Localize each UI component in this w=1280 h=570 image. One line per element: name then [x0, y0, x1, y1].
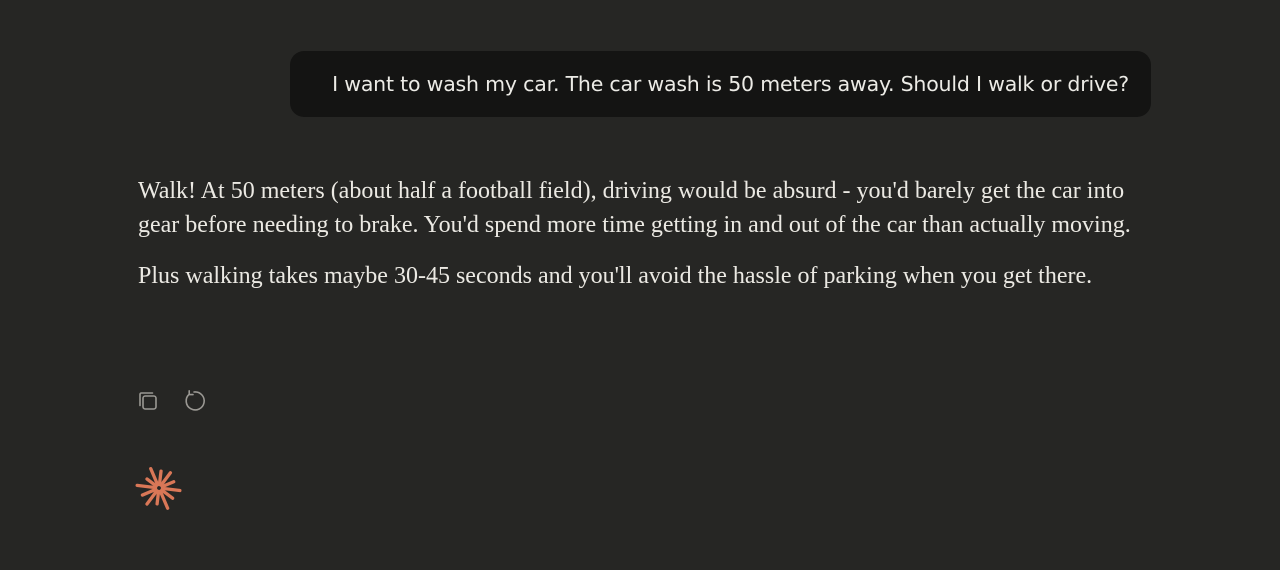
retry-button[interactable] — [180, 386, 208, 416]
spark-ray — [157, 469, 163, 487]
message-actions — [134, 386, 208, 416]
user-message-bubble: I want to wash my car. The car wash is 5… — [290, 51, 1151, 117]
retry-icon — [185, 390, 205, 411]
copy-button[interactable] — [134, 386, 162, 416]
chat-thread: I want to wash my car. The car wash is 5… — [0, 0, 1280, 570]
copy-icon — [139, 392, 157, 410]
assistant-message: Walk! At 50 meters (about half a footbal… — [138, 174, 1138, 293]
spark-logo-icon — [134, 463, 184, 513]
spark-logo-svg — [135, 467, 182, 510]
spark-ray — [160, 486, 182, 493]
user-message-text: I want to wash my car. The car wash is 5… — [332, 72, 1129, 96]
assistant-paragraph-1: Walk! At 50 meters (about half a footbal… — [138, 178, 1131, 238]
assistant-paragraph-2: Plus walking takes maybe 30-45 seconds a… — [138, 263, 1093, 289]
spark-ray — [135, 483, 158, 490]
spark-ray — [155, 489, 161, 506]
